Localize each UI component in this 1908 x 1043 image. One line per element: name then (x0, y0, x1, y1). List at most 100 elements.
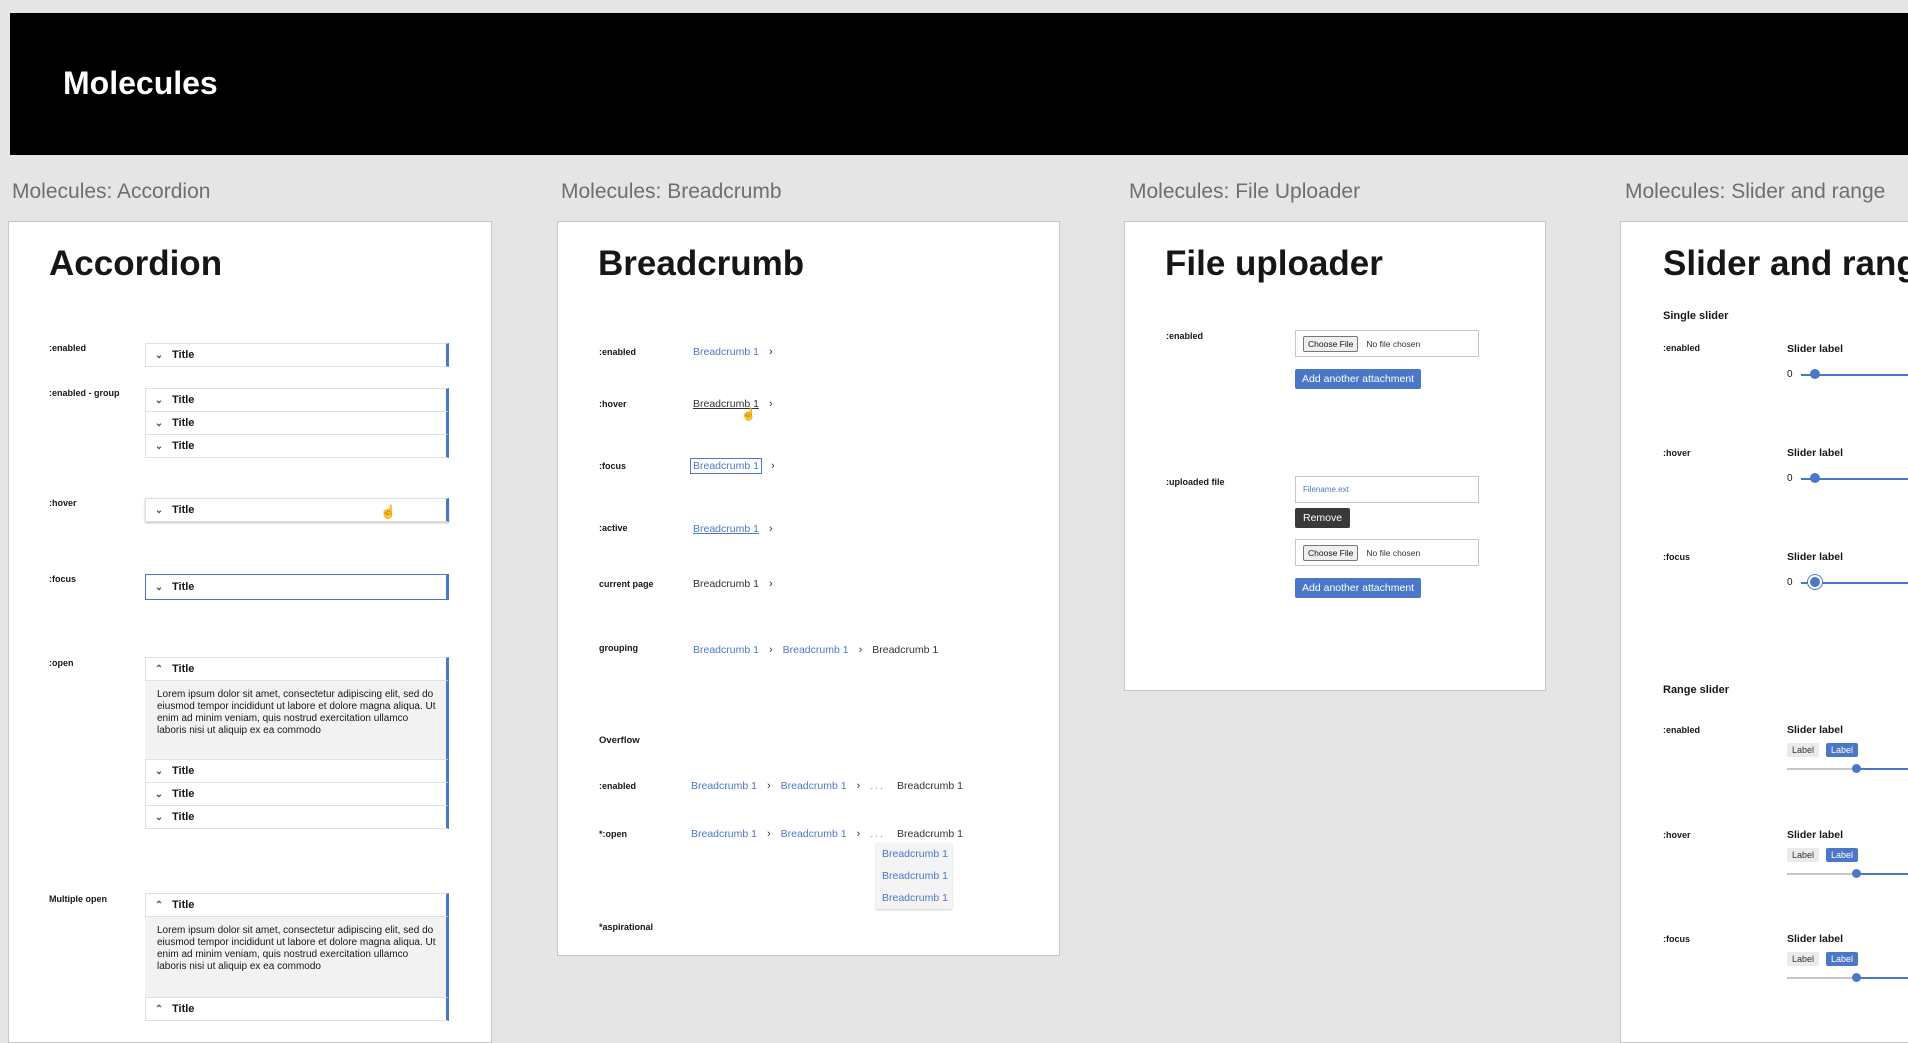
chevron-down-icon: ⌄ (154, 811, 164, 823)
breadcrumb-link[interactable]: Breadcrumb 1 (783, 644, 849, 656)
accordion-item[interactable]: ⌃ Title (145, 893, 449, 917)
file-uploader-title: File uploader (1165, 244, 1383, 283)
no-file-text: No file chosen (1366, 338, 1421, 349)
range-min-tag: Label (1787, 848, 1820, 862)
chevron-right-icon: › (856, 780, 861, 792)
breadcrumb-overflow-open: Breadcrumb 1 › Breadcrumb 1 › ... Breadcru… (691, 828, 963, 840)
accordion-group: ⌄ Title ⌄ Title ⌄ Title (145, 388, 449, 458)
chevron-up-icon: ⌃ (154, 663, 164, 675)
chevron-right-icon: › (770, 460, 775, 472)
breadcrumb-link[interactable]: Breadcrumb 1 (781, 780, 847, 792)
chevron-right-icon: › (766, 780, 771, 792)
accordion-item[interactable]: ⌃ Title (145, 657, 449, 681)
breadcrumb-enabled: Breadcrumb 1 › (693, 346, 783, 358)
breadcrumb-focus: Breadcrumb 1 › (690, 458, 785, 474)
breadcrumb-link[interactable]: Breadcrumb 1 (693, 523, 759, 535)
range-thumb[interactable] (1852, 973, 1862, 982)
state-label: :hover (49, 498, 77, 508)
chevron-right-icon: › (768, 523, 773, 535)
state-label: :enabled (1663, 725, 1701, 735)
state-label: :enabled (599, 347, 637, 357)
overflow-menu-button[interactable]: ... (870, 780, 885, 792)
chevron-right-icon: › (768, 578, 773, 590)
state-label: :focus (1663, 552, 1690, 562)
choose-file-button[interactable]: Choose File (1303, 335, 1359, 352)
uploaded-file-field: Filename.ext (1295, 476, 1479, 503)
breadcrumb-overflow: Breadcrumb 1 › Breadcrumb 1 › ... Breadcru… (691, 780, 963, 792)
breadcrumb-title: Breadcrumb (598, 244, 805, 283)
breadcrumb-link[interactable]: Breadcrumb 1 (691, 828, 757, 840)
chevron-down-icon: ⌄ (154, 581, 164, 593)
breadcrumb-link[interactable]: Breadcrumb 1 (690, 458, 762, 474)
range-thumb[interactable] (1852, 764, 1862, 773)
accordion-item[interactable]: ⌄ Title (145, 388, 449, 412)
range-value-tag: Label (1826, 743, 1859, 757)
add-attachment-button[interactable]: Add another attachment (1295, 369, 1422, 389)
breadcrumb-current: Breadcrumb 1 (897, 780, 963, 792)
accordion-item[interactable]: ⌃ Title (145, 997, 449, 1021)
overflow-heading: Overflow (599, 735, 640, 746)
accordion-item[interactable]: ⌄ Title (145, 574, 449, 600)
chevron-right-icon: › (766, 828, 771, 840)
remove-button[interactable]: Remove (1295, 508, 1351, 528)
breadcrumb-current: Breadcrumb 1 (872, 644, 939, 656)
overflow-menu-button[interactable]: ... (870, 828, 885, 840)
range-fill (1856, 873, 1908, 875)
chevron-down-icon: ⌄ (154, 504, 164, 516)
file-input: Choose File No file chosen (1295, 330, 1479, 357)
accordion-content: Lorem ipsum dolor sit amet, consectetur … (145, 916, 449, 998)
state-label: :enabled (1663, 343, 1701, 353)
breadcrumb-link[interactable]: Breadcrumb 1 (693, 644, 759, 656)
state-label: :focus (1663, 934, 1690, 944)
choose-file-button[interactable]: Choose File (1303, 544, 1359, 561)
state-label: :enabled (1166, 331, 1204, 341)
range-value-tag: Label (1826, 848, 1859, 862)
chevron-right-icon: › (768, 398, 773, 410)
accordion-open: ⌃ Title Lorem ipsum dolor sit amet, conse… (145, 657, 449, 829)
accordion-item[interactable]: ⌄ Title (145, 343, 449, 367)
slider-thumb[interactable] (1810, 369, 1820, 379)
breadcrumb-link[interactable]: Breadcrumb 1 (781, 828, 847, 840)
breadcrumb-active: Breadcrumb 1 › (693, 523, 783, 535)
slider-title: Slider and range (1663, 244, 1908, 283)
accordion-item[interactable]: ⌄ Title (145, 434, 449, 458)
accordion-content: Lorem ipsum dolor sit amet, consectetur … (145, 680, 449, 760)
single-slider-heading: Single slider (1663, 310, 1729, 322)
overflow-menu-item[interactable]: Breadcrumb 1 (876, 865, 952, 887)
section-label-accordion: Molecules: Accordion (12, 180, 211, 203)
state-label: grouping (599, 643, 638, 653)
chevron-down-icon: ⌄ (154, 417, 164, 429)
overflow-menu-item[interactable]: Breadcrumb 1 (876, 887, 952, 909)
breadcrumb-current: Breadcrumb 1 › (693, 578, 783, 590)
breadcrumb-current: Breadcrumb 1 (897, 828, 963, 840)
range-thumb[interactable] (1852, 869, 1862, 878)
uploaded-filename[interactable]: Filename.ext (1303, 485, 1349, 494)
slider-thumb[interactable] (1810, 577, 1820, 587)
state-label: :focus (49, 574, 76, 584)
page-header: Molecules (10, 13, 1908, 155)
accordion-item[interactable]: ⌄ Title (145, 782, 449, 806)
add-attachment-button[interactable]: Add another attachment (1295, 578, 1422, 598)
state-label: :uploaded file (1166, 477, 1225, 487)
slider-label: Slider label (1787, 933, 1844, 945)
state-label: :active (599, 523, 628, 533)
accordion-item[interactable]: ⌄ Title (145, 411, 449, 435)
breadcrumb-link[interactable]: Breadcrumb 1 (691, 780, 757, 792)
accordion-multiple-open: ⌃ Title Lorem ipsum dolor sit amet, conse… (145, 893, 449, 1021)
range-slider-heading: Range slider (1663, 684, 1730, 696)
overflow-menu-item[interactable]: Breadcrumb 1 (876, 843, 952, 865)
range-min-tag: Label (1787, 952, 1820, 966)
range-min-tag: Label (1787, 743, 1820, 757)
breadcrumb-link[interactable]: Breadcrumb 1 (693, 346, 759, 358)
chevron-right-icon: › (858, 644, 863, 656)
accordion-item[interactable]: ⌄ Title (145, 759, 449, 783)
accordion-panel: Accordion :enabled ⌄ Title :enabled - gro… (8, 221, 492, 1043)
section-label-breadcrumb: Molecules: Breadcrumb (561, 180, 782, 203)
chevron-down-icon: ⌄ (154, 349, 164, 361)
accordion-item[interactable]: ⌄ Title ☝ (145, 498, 449, 522)
accordion-item[interactable]: ⌄ Title (145, 805, 449, 829)
slider-label: Slider label (1787, 447, 1844, 459)
slider-thumb[interactable] (1810, 473, 1820, 483)
chevron-right-icon: › (768, 644, 773, 656)
accordion-enabled: ⌄ Title (145, 343, 449, 367)
